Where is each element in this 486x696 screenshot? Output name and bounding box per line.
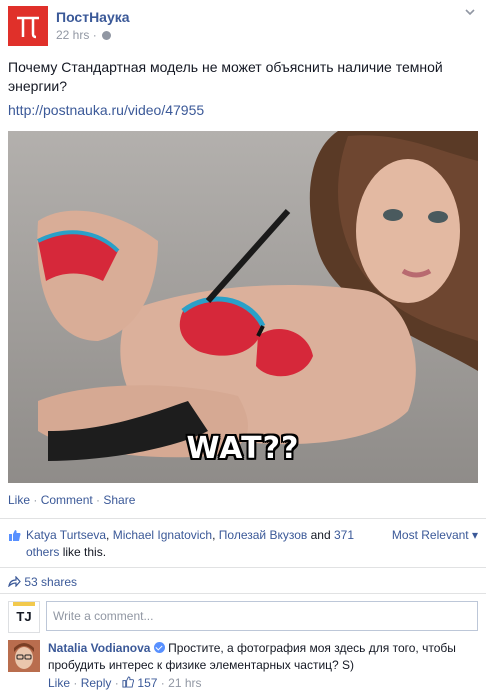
share-button[interactable]: Share: [103, 493, 135, 507]
avatar-accent: [13, 602, 35, 606]
divider: [0, 567, 486, 568]
commenter-photo: [8, 640, 40, 672]
chevron-down-icon[interactable]: [464, 6, 476, 18]
likes-summary: Katya Turtseva, Michael Ignatovich, Поле…: [8, 527, 478, 561]
post-photo[interactable]: WAT??: [8, 131, 478, 483]
comment-sort-dropdown[interactable]: Most Relevant ▾: [392, 527, 478, 544]
post-time[interactable]: 22 hrs: [56, 28, 89, 42]
comment-meta: Like · Reply · 157 · 21 hrs: [48, 676, 202, 690]
shares-link[interactable]: 53 shares: [24, 575, 77, 589]
like-button[interactable]: Like: [8, 493, 30, 507]
comment-author[interactable]: Natalia Vodianova: [48, 641, 150, 655]
liker-link[interactable]: Полезай Вкузов: [219, 528, 307, 542]
pi-logo-icon: [8, 6, 48, 46]
likes-suffix: like this.: [62, 545, 107, 559]
sort-label: Most Relevant: [391, 528, 469, 542]
liker-link[interactable]: Michael Ignatovich: [113, 528, 212, 542]
post-meta: 22 hrs ·: [56, 28, 112, 42]
page-avatar[interactable]: [8, 6, 48, 46]
avatar-initials: TJ: [16, 609, 32, 624]
meta-separator: ·: [114, 676, 119, 690]
post-link[interactable]: http://postnauka.ru/video/47955: [8, 102, 204, 118]
post-text: Почему Стандартная модель не может объяс…: [8, 59, 443, 94]
comment-body: Natalia Vodianova Простите, а фотография…: [48, 640, 476, 674]
share-arrow-icon: [8, 575, 21, 588]
page-name[interactable]: ПостНаука: [56, 9, 130, 25]
comment-like-count[interactable]: 157: [137, 676, 157, 690]
divider: [0, 518, 486, 519]
meta-separator: ·: [73, 676, 78, 690]
thumbs-up-icon: [9, 530, 21, 541]
user-avatar: TJ: [8, 601, 40, 633]
likes-and: and: [310, 528, 331, 542]
comment-time[interactable]: 21 hrs: [168, 676, 201, 690]
thumbs-up-icon: [122, 676, 135, 688]
globe-icon: [102, 31, 112, 40]
commenter-avatar[interactable]: [8, 640, 40, 672]
meta-separator: ·: [160, 676, 165, 690]
shares-row: 53 shares: [8, 575, 77, 589]
comment-reply-button[interactable]: Reply: [81, 676, 112, 690]
meta-separator: ·: [92, 28, 97, 42]
image-caption: WAT??: [186, 431, 300, 466]
comment-input[interactable]: Write a comment...: [46, 601, 478, 631]
post-header: ПостНаука 22 hrs ·: [8, 6, 478, 46]
caret-down-icon: ▾: [471, 528, 478, 542]
comment-button[interactable]: Comment: [41, 493, 93, 507]
divider: [0, 593, 486, 594]
comment-composer: TJ Write a comment...: [8, 601, 478, 633]
action-separator: ·: [92, 493, 104, 507]
likes-text: Katya Turtseva, Michael Ignatovich, Поле…: [26, 528, 354, 559]
action-separator: ·: [30, 493, 41, 507]
post-actions: Like · Comment · Share: [8, 493, 135, 507]
comment-like-button[interactable]: Like: [48, 676, 70, 690]
liker-link[interactable]: Katya Turtseva: [26, 528, 106, 542]
verified-badge-icon: [153, 642, 165, 653]
comment: Natalia Vodianova Простите, а фотография…: [8, 640, 478, 692]
